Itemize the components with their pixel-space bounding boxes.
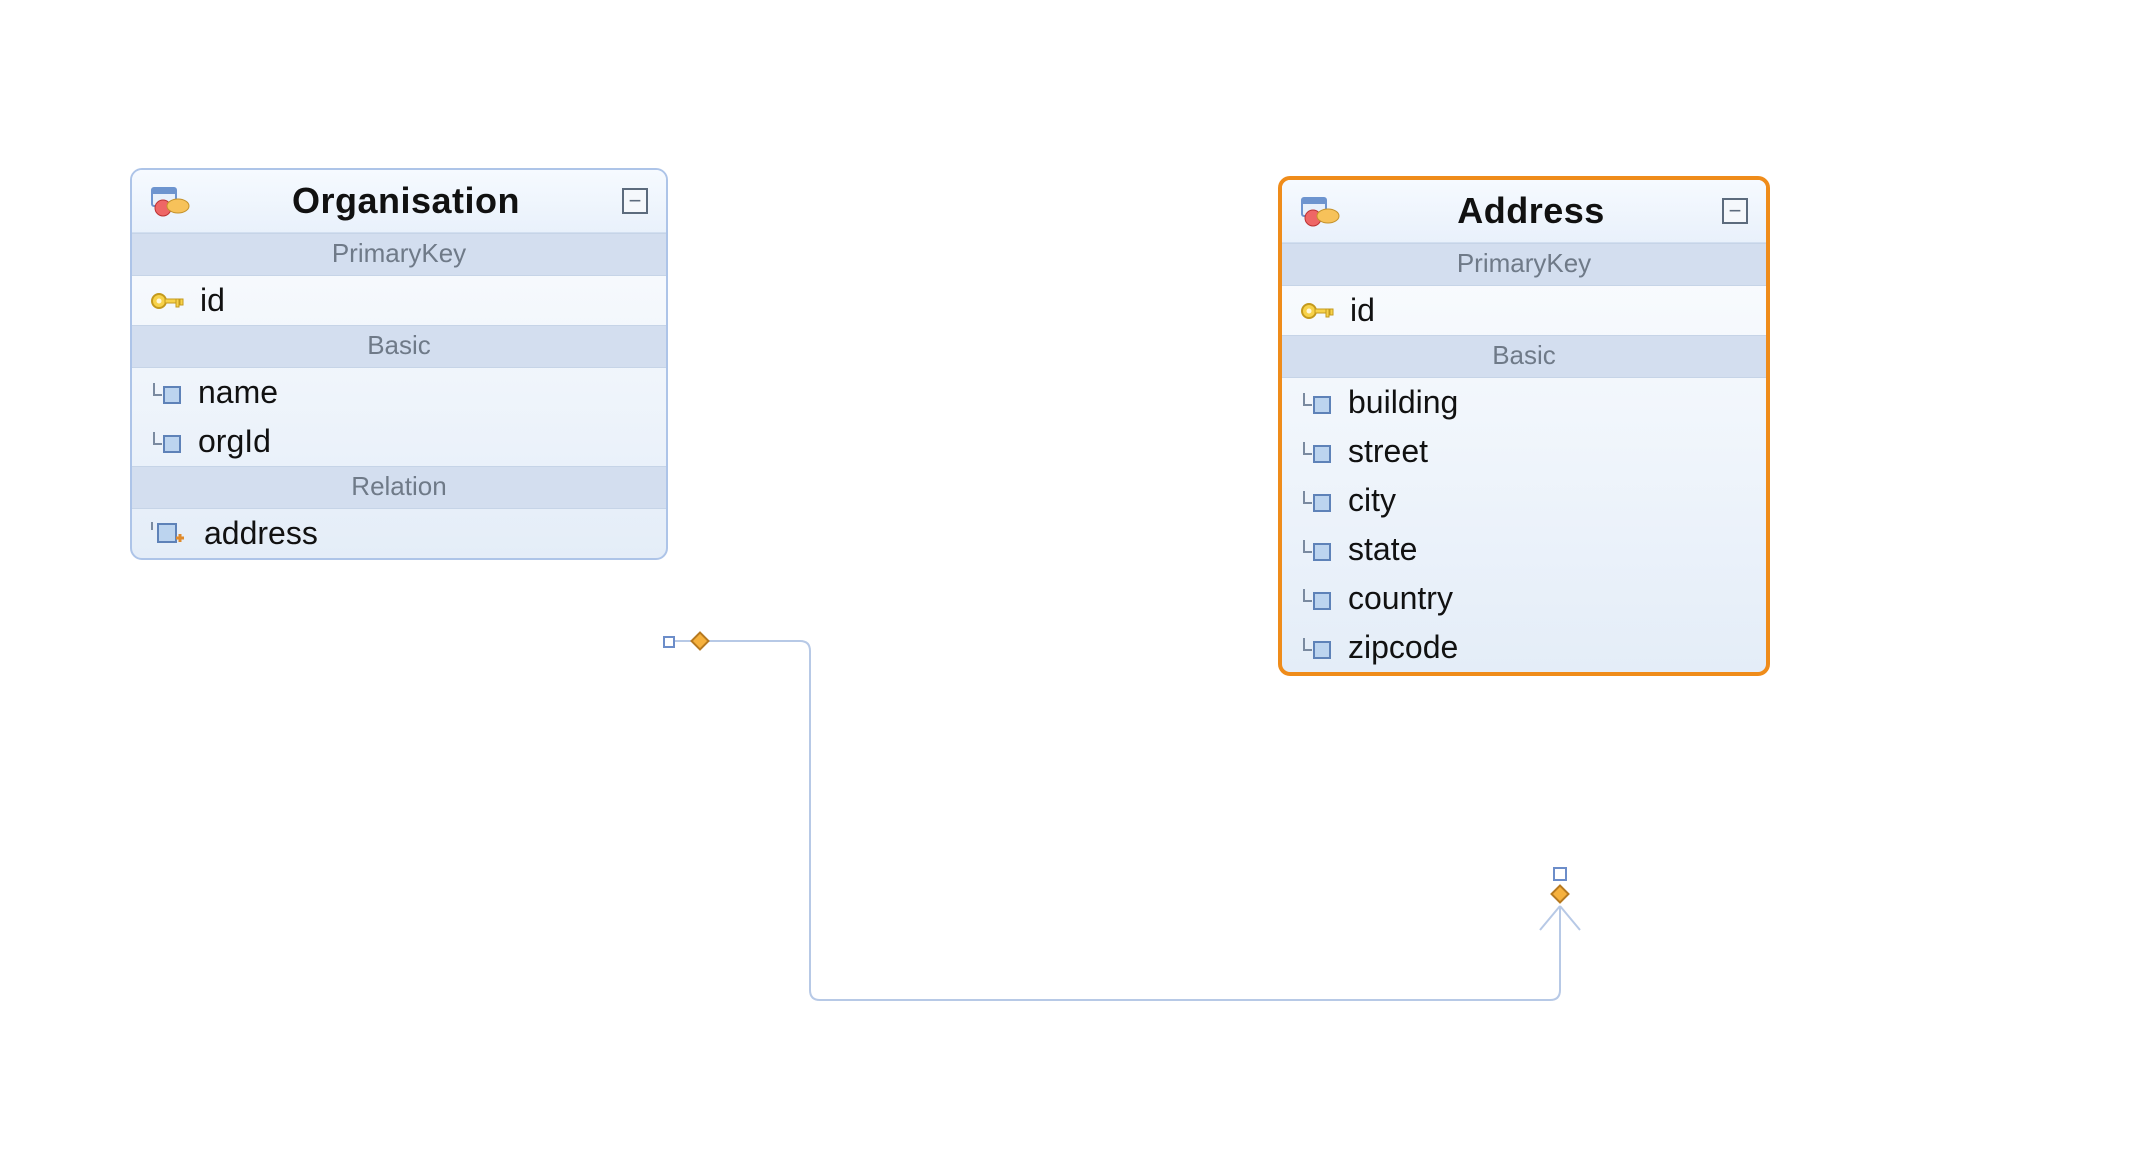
entity-header[interactable]: Address − [1282, 180, 1766, 243]
field-icon [150, 381, 184, 405]
field-icon [1300, 636, 1334, 660]
collapse-icon[interactable]: − [1722, 198, 1748, 224]
field-row[interactable]: id [1282, 286, 1766, 335]
key-icon [150, 289, 186, 313]
field-label: state [1348, 531, 1417, 568]
section-header-primarykey: PrimaryKey [132, 233, 666, 276]
entity-title: Organisation [204, 180, 608, 222]
field-icon [1300, 538, 1334, 562]
field-row[interactable]: orgId [132, 417, 666, 466]
section-header-primarykey: PrimaryKey [1282, 243, 1766, 286]
field-label: building [1348, 384, 1458, 421]
field-row[interactable]: zipcode [1282, 623, 1766, 672]
field-label: city [1348, 482, 1396, 519]
entity-title: Address [1354, 190, 1708, 232]
field-label: orgId [198, 423, 271, 460]
entity-organisation[interactable]: Organisation − PrimaryKey id Basic [130, 168, 668, 560]
field-row[interactable]: address [132, 509, 666, 558]
field-row[interactable]: state [1282, 525, 1766, 574]
key-icon [1300, 299, 1336, 323]
field-label: zipcode [1348, 629, 1458, 666]
relation-icon [150, 520, 190, 548]
entity-icon [1300, 194, 1340, 228]
field-icon [150, 430, 184, 454]
section-header-basic: Basic [132, 325, 666, 368]
field-label: name [198, 374, 278, 411]
field-row[interactable]: name [132, 368, 666, 417]
field-row[interactable]: id [132, 276, 666, 325]
field-icon [1300, 489, 1334, 513]
field-row[interactable]: street [1282, 427, 1766, 476]
field-label: country [1348, 580, 1453, 617]
field-row[interactable]: country [1282, 574, 1766, 623]
field-label: id [1350, 292, 1375, 329]
collapse-icon[interactable]: − [622, 188, 648, 214]
field-label: address [204, 515, 318, 552]
field-label: street [1348, 433, 1428, 470]
entity-header[interactable]: Organisation − [132, 170, 666, 233]
section-header-relation: Relation [132, 466, 666, 509]
field-row[interactable]: city [1282, 476, 1766, 525]
diagram-canvas[interactable]: Organisation − PrimaryKey id Basic [0, 0, 2144, 1160]
entity-icon [150, 184, 190, 218]
entity-address[interactable]: Address − PrimaryKey id Basic [1278, 176, 1770, 676]
field-row[interactable]: building [1282, 378, 1766, 427]
field-icon [1300, 440, 1334, 464]
field-icon [1300, 391, 1334, 415]
field-label: id [200, 282, 225, 319]
field-icon [1300, 587, 1334, 611]
section-header-basic: Basic [1282, 335, 1766, 378]
